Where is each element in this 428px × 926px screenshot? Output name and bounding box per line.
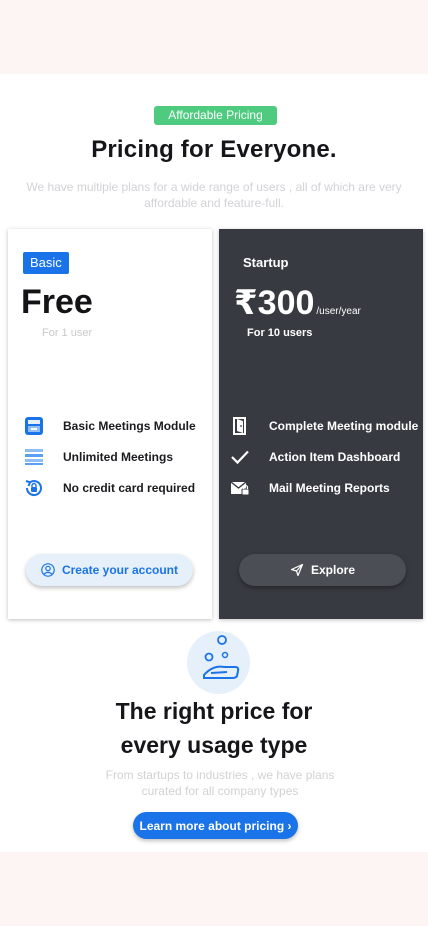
pricing-section: Affordable Pricing Pricing for Everyone.… [0,74,428,852]
feature-no-credit-card: No credit card required [23,477,195,499]
create-account-label: Create your account [61,563,179,577]
page-subtitle: We have multiple plans for a wide range … [26,180,402,210]
hand-icon [203,635,240,679]
price-amount: ₹300 [234,284,315,322]
feature-basic-meetings: Basic Meetings Module [23,415,196,437]
feature-complete-meeting: Complete Meeting module [229,415,418,437]
mail-lock-icon [229,477,251,499]
feature-label: Mail Meeting Reports [269,481,390,495]
usage-title-line1: The right price for [115,698,313,724]
feature-label: Unlimited Meetings [63,450,174,464]
feature-action-item-dashboard: Action Item Dashboard [229,446,400,468]
usage-title-line2: every usage type [120,732,308,758]
startup-plan-name: Startup [243,255,289,270]
door-icon [229,415,251,437]
basic-plan-price: Free [21,283,93,321]
feature-label: Basic Meetings Module [63,419,196,433]
startup-plan-price: ₹300/user/year [234,283,361,323]
learn-more-button[interactable]: Learn more about pricing › [133,812,298,839]
affordable-pricing-badge: Affordable Pricing [154,106,277,125]
user-icon [41,563,55,577]
price-period: /user/year [316,306,361,317]
usage-title: The right price for every usage type [0,694,428,762]
explore-button[interactable]: Explore [239,554,406,586]
basic-plan-card: Basic Free For 1 user Basic Meetings Mod… [8,229,212,619]
feature-mail-meeting-reports: Mail Meeting Reports [229,477,390,499]
basic-plan-users: For 1 user [42,327,93,339]
check-icon [229,446,251,468]
lock-refresh-icon [23,477,45,499]
list-icon [23,446,45,468]
meetings-module-icon [23,415,45,437]
create-account-button[interactable]: Create your account [26,554,193,586]
basic-plan-badge: Basic [23,252,69,274]
startup-plan-card: Startup ₹300/user/year For 10 users Comp… [219,229,423,619]
send-icon [290,563,304,577]
hand-bubbles-illustration [187,631,250,694]
usage-subtitle: From startups to industries , we have pl… [105,768,335,798]
explore-label: Explore [310,563,355,577]
startup-plan-users: For 10 users [247,327,313,339]
feature-label: No credit card required [63,481,196,495]
feature-unlimited-meetings: Unlimited Meetings [23,446,173,468]
feature-label: Complete Meeting module [269,419,419,433]
feature-label: Action Item Dashboard [269,450,401,464]
page-title: Pricing for Everyone. [91,136,337,163]
